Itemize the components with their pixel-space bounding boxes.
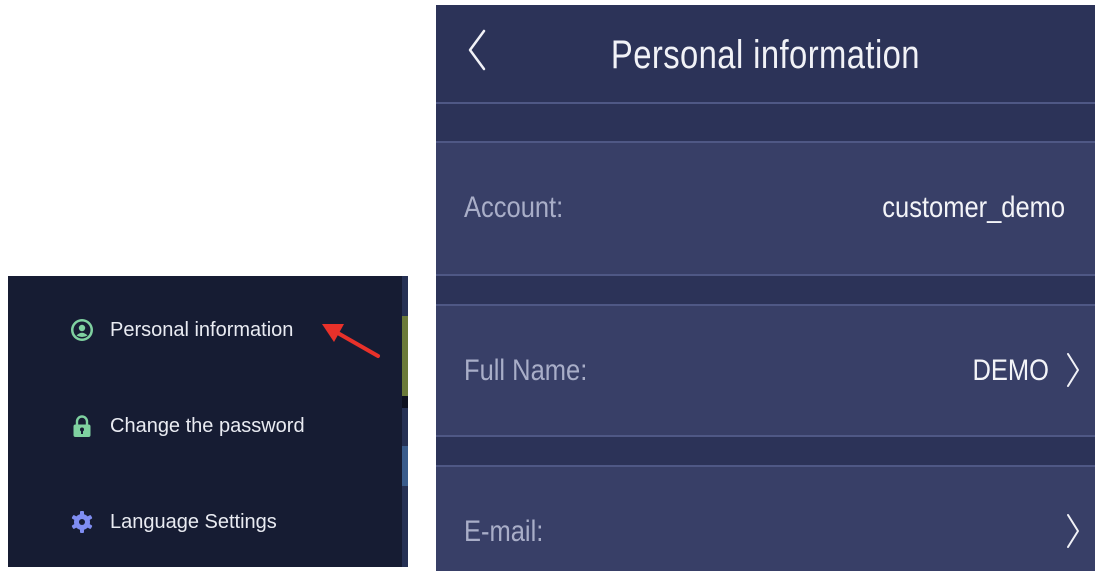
email-row[interactable]: E-mail: [436, 467, 1095, 571]
menu-item-personal-information[interactable]: Personal information [70, 318, 293, 342]
divider [436, 274, 1095, 276]
account-label: Account: [464, 191, 564, 224]
back-chevron-icon[interactable] [460, 25, 494, 75]
menu-item-label: Language Settings [110, 510, 277, 533]
full-name-value: DEMO [972, 354, 1050, 387]
divider [436, 435, 1095, 437]
account-row: Account: customer_demo [436, 143, 1095, 274]
gear-icon [70, 510, 94, 534]
divider [436, 102, 1095, 104]
full-name-row[interactable]: Full Name: DEMO [436, 306, 1095, 435]
account-value: customer_demo [882, 191, 1065, 224]
email-label: E-mail: [464, 515, 544, 548]
menu-item-label: Personal information [110, 318, 294, 341]
full-name-label: Full Name: [464, 354, 588, 387]
mobile-personal-info-screen: Personal information Account: customer_d… [436, 5, 1095, 571]
red-arrow-annotation [322, 324, 380, 358]
page-title: Personal information [610, 33, 921, 77]
nav-bar: Personal information [436, 5, 1095, 106]
user-circle-icon [70, 318, 94, 342]
background-page-edge [402, 276, 408, 567]
menu-item-change-password[interactable]: Change the password [70, 414, 305, 438]
chevron-right-icon [1067, 353, 1079, 387]
chevron-right-icon [1067, 514, 1079, 548]
menu-item-language-settings[interactable]: Language Settings [70, 510, 277, 534]
menu-item-label: Change the password [110, 414, 305, 437]
lock-icon [70, 414, 94, 438]
